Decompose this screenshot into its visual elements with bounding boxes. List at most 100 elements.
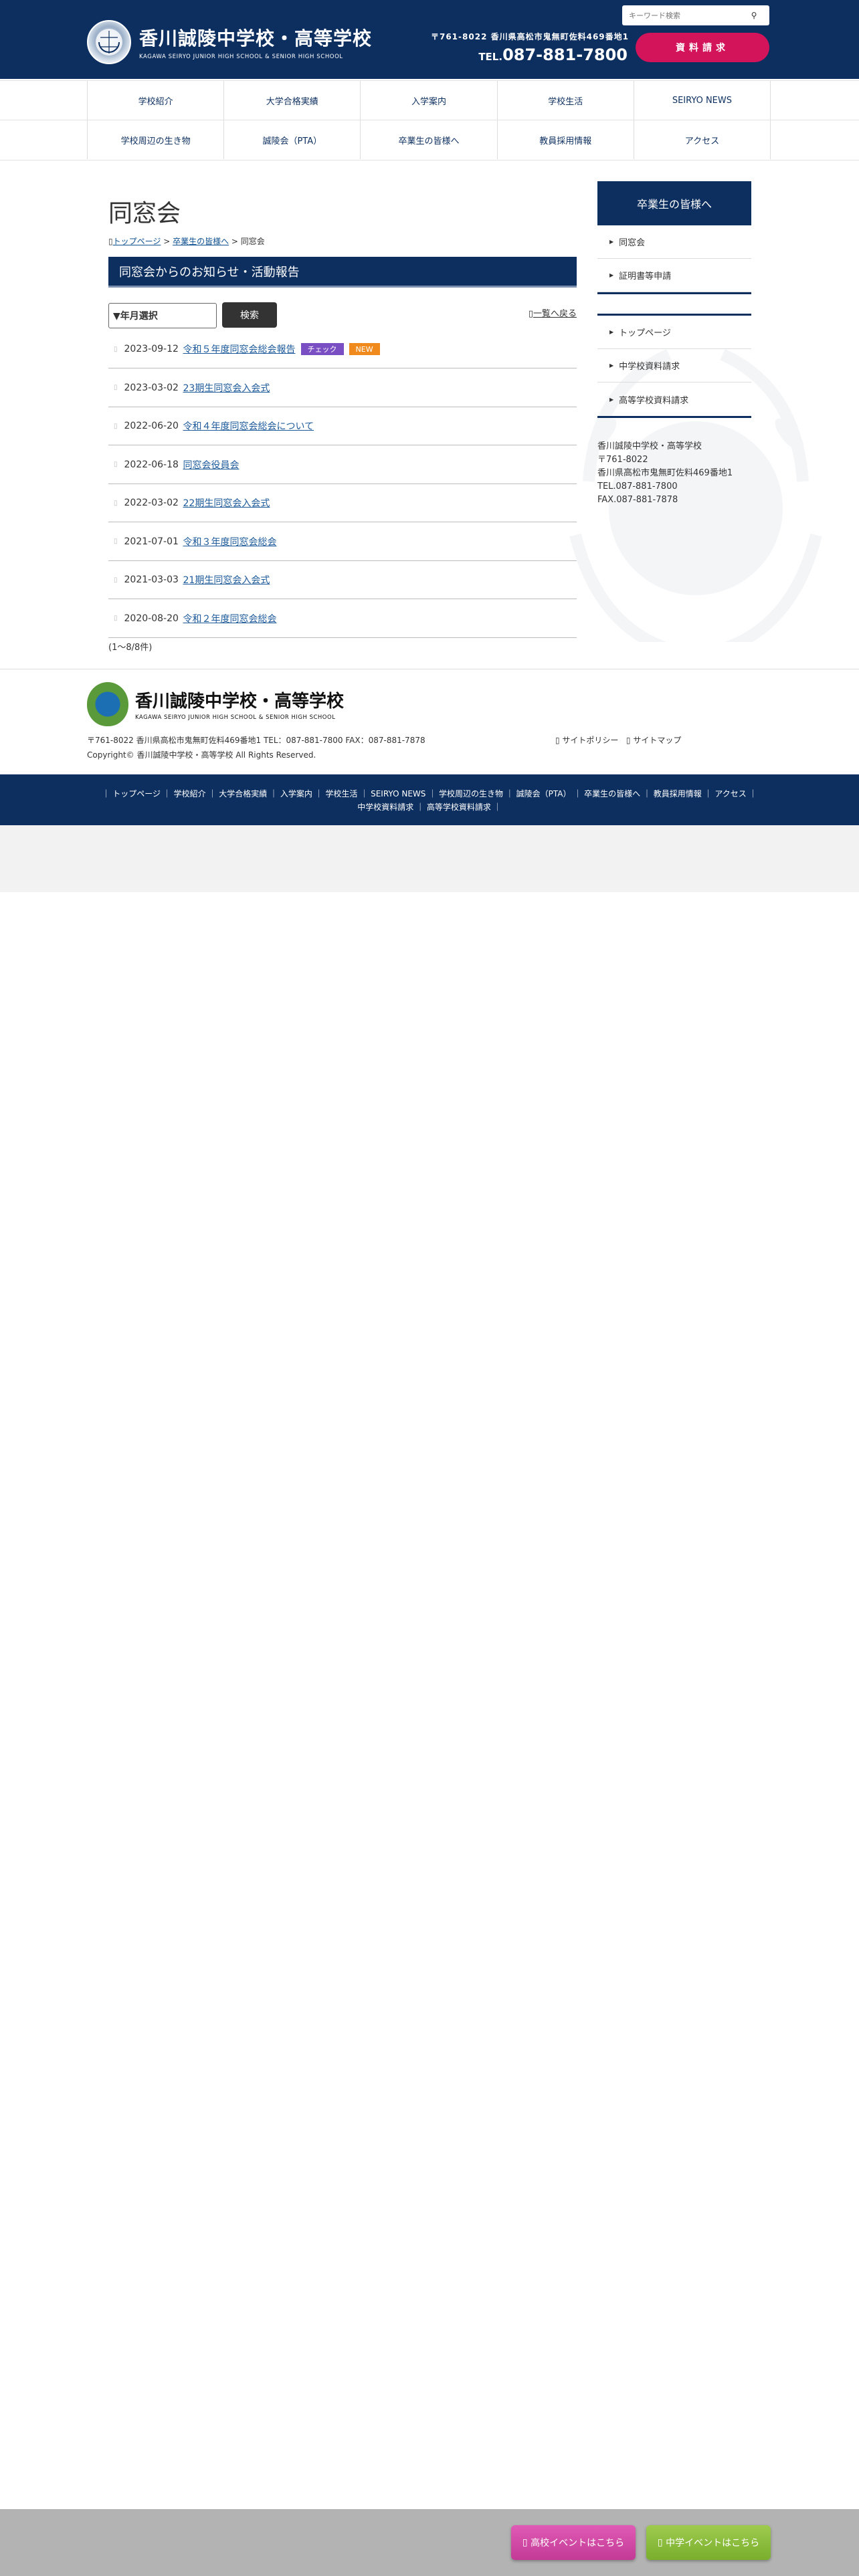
triangle-right-icon: ▶ xyxy=(609,329,614,335)
sidebar-item-label: 証明書等申請 xyxy=(619,272,672,282)
nav-item[interactable]: 入学案内 xyxy=(360,81,496,120)
news-row: ▯ 2022-06-20 令和４年度同窓会総会について xyxy=(108,407,577,445)
breadcrumb-parent[interactable]: 卒業生の皆様へ xyxy=(173,237,229,246)
link-icon: ▯ xyxy=(657,2537,666,2548)
check-badge: チェック xyxy=(300,343,344,355)
list-bullet-icon: ▯ xyxy=(114,615,118,622)
news-date: 2022-06-20 xyxy=(124,421,179,431)
sidebar-item-hs-doc[interactable]: ▶ 高等学校資料請求 xyxy=(597,383,751,416)
news-title-link[interactable]: 令和５年度同窓会総会報告 xyxy=(183,342,296,356)
year-month-select[interactable]: ▼年月選択 xyxy=(108,303,217,328)
footer-address: 〒761-8022 香川県高松市鬼無町佐料469番地1 TEL：087-881-… xyxy=(87,736,425,745)
list-bullet-icon: ▯ xyxy=(114,461,118,468)
news-date: 2023-03-02 xyxy=(124,382,179,393)
info-line: 香川県高松市鬼無町佐料469番地1 xyxy=(597,468,733,478)
news-row: ▯ 2021-03-03 21期生同窓会入会式 xyxy=(108,561,577,599)
sidebar-item-alumni[interactable]: ▶ 同窓会 xyxy=(597,225,751,259)
footer-school-name-en: KAGAWA SEIRYO JUNIOR HIGH SCHOOL & SENIO… xyxy=(135,714,336,721)
nav-item[interactable]: 大学合格実績 xyxy=(223,81,360,120)
footer-school-name: 香川誠陵中学校・高等学校 xyxy=(135,691,345,712)
triangle-right-icon: ▶ xyxy=(609,272,614,278)
list-bullet-icon: ▯ xyxy=(114,384,118,391)
back-link-icon: ▯ xyxy=(528,309,533,319)
news-title-link[interactable]: 令和４年度同窓会総会について xyxy=(183,419,314,433)
header-tel: TEL.087-881-7800 xyxy=(468,45,628,64)
site-logo[interactable]: 香川誠陵中学校・高等学校 KAGAWA SEIRYO JUNIOR HIGH S… xyxy=(87,20,372,64)
school-emblem-icon xyxy=(87,682,128,726)
sidebar-divider xyxy=(597,292,751,294)
sidebar-item-top[interactable]: ▶ トップページ xyxy=(597,316,751,349)
search-box: ⚲ xyxy=(622,5,769,25)
news-row: ▯ 2023-09-12 令和５年度同窓会総会報告 チェック NEW xyxy=(108,330,577,368)
news-row: ▯ 2023-03-02 23期生同窓会入会式 xyxy=(108,369,577,407)
event-label: 中学イベントはこちら xyxy=(666,2538,760,2549)
list-bullet-icon: ▯ xyxy=(114,538,118,545)
high-school-event-button[interactable]: ▯ 高校イベントはこちら xyxy=(511,2525,636,2560)
news-title-link[interactable]: 23期生同窓会入会式 xyxy=(183,381,270,395)
search-input[interactable] xyxy=(622,6,743,25)
news-title-link[interactable]: 令和２年度同窓会総会 xyxy=(183,612,277,625)
news-date: 2021-03-03 xyxy=(124,574,179,585)
info-line: FAX.087-881-7878 xyxy=(597,495,678,505)
footer-logo[interactable]: 香川誠陵中学校・高等学校 KAGAWA SEIRYO JUNIOR HIGH S… xyxy=(87,682,344,726)
footer-nav: ｜ トップページ ｜ 学校紹介 ｜ 大学合格実績 ｜ 入学案内 ｜ 学校生活 ｜… xyxy=(0,774,859,825)
back-to-list-link[interactable]: ▯一覧へ戻る xyxy=(522,306,577,319)
nav-item[interactable]: 学校生活 xyxy=(496,81,634,120)
sidebar-heading: 卒業生の皆様へ xyxy=(597,181,751,225)
news-row: ▯ 2021-07-01 令和３年度同窓会総会 xyxy=(108,523,577,561)
list-bullet-icon: ▯ xyxy=(114,576,118,584)
news-row: ▯ 2022-06-18 同窓会役員会 xyxy=(108,446,577,484)
footer-nav-line[interactable]: 中学校資料請求 ｜ 高等学校資料請求 ｜ xyxy=(0,801,859,813)
section-heading: 同窓会からのお知らせ・活動報告 xyxy=(108,257,577,288)
sidebar-item-jh-doc[interactable]: ▶ 中学校資料請求 xyxy=(597,349,751,383)
filter-search-button[interactable]: 検索 xyxy=(222,302,277,328)
link-icon: ▯ xyxy=(555,736,563,745)
site-policy-link[interactable]: サイトポリシー xyxy=(562,736,618,745)
nav-item[interactable]: 誠陵会（PTA） xyxy=(223,120,360,159)
sidebar-item-label: 中学校資料請求 xyxy=(619,362,680,372)
news-date: 2022-03-02 xyxy=(124,498,179,508)
sidebar-item-certificate[interactable]: ▶ 証明書等申請 xyxy=(597,259,751,292)
search-icon[interactable]: ⚲ xyxy=(743,6,765,25)
main-nav-row1: 学校紹介 大学合格実績 入学案内 学校生活 SEIRYO NEWS xyxy=(87,81,771,120)
junior-high-event-button[interactable]: ▯ 中学イベントはこちら xyxy=(646,2525,771,2560)
nav-item[interactable]: 学校紹介 xyxy=(87,81,223,120)
news-date: 2022-06-18 xyxy=(124,459,179,470)
info-line: 〒761-8022 xyxy=(597,455,648,465)
sidebar-contact-info: 香川誠陵中学校・高等学校 〒761-8022 香川県高松市鬼無町佐料469番地1… xyxy=(597,440,758,507)
school-emblem-icon xyxy=(87,20,131,64)
nav-item[interactable]: SEIRYO NEWS xyxy=(633,81,771,120)
doc-request-button[interactable]: 資料請求 xyxy=(636,33,769,62)
header-address: 〒761-8022 香川県高松市鬼無町佐料469番地1 xyxy=(430,32,629,41)
breadcrumb-home[interactable]: トップページ xyxy=(113,237,161,246)
sitemap-link[interactable]: サイトマップ xyxy=(633,736,681,745)
triangle-right-icon: ▶ xyxy=(609,239,614,245)
new-badge: NEW xyxy=(349,343,380,355)
breadcrumb-current: 同窓会 xyxy=(240,237,265,246)
list-bullet-icon: ▯ xyxy=(114,499,118,507)
list-bullet-icon: ▯ xyxy=(114,345,118,353)
news-title-link[interactable]: 同窓会役員会 xyxy=(183,458,240,471)
result-count: (1～8/8件) xyxy=(108,643,153,653)
footer-nav-line[interactable]: ｜ トップページ ｜ 学校紹介 ｜ 大学合格実績 ｜ 入学案内 ｜ 学校生活 ｜… xyxy=(0,788,859,799)
triangle-right-icon: ▶ xyxy=(609,362,614,368)
breadcrumb-sep: > xyxy=(229,237,241,246)
news-date: 2023-09-12 xyxy=(124,344,179,354)
list-bullet-icon: ▯ xyxy=(114,422,118,430)
news-title-link[interactable]: 令和３年度同窓会総会 xyxy=(183,535,277,548)
breadcrumb-home-icon: ▯ xyxy=(108,237,113,246)
news-title-link[interactable]: 21期生同窓会入会式 xyxy=(183,573,270,586)
event-label: 高校イベントはこちら xyxy=(531,2538,625,2549)
info-line: 香川誠陵中学校・高等学校 xyxy=(597,441,702,451)
sidebar-divider xyxy=(597,416,751,418)
footer-links: ▯ サイトポリシー ▯ サイトマップ xyxy=(555,734,681,746)
breadcrumb: ▯トップページ > 卒業生の皆様へ > 同窓会 xyxy=(108,235,265,247)
nav-item[interactable]: 卒業生の皆様へ xyxy=(360,120,496,159)
nav-item[interactable]: 学校周辺の生き物 xyxy=(87,120,223,159)
tel-label: TEL. xyxy=(478,51,503,63)
news-date: 2020-08-20 xyxy=(124,613,179,624)
news-title-link[interactable]: 22期生同窓会入会式 xyxy=(183,496,270,510)
info-line: TEL.087-881-7800 xyxy=(597,481,678,492)
sidebar-item-label: 高等学校資料請求 xyxy=(619,395,689,406)
sidebar-item-label: 同窓会 xyxy=(619,238,646,248)
